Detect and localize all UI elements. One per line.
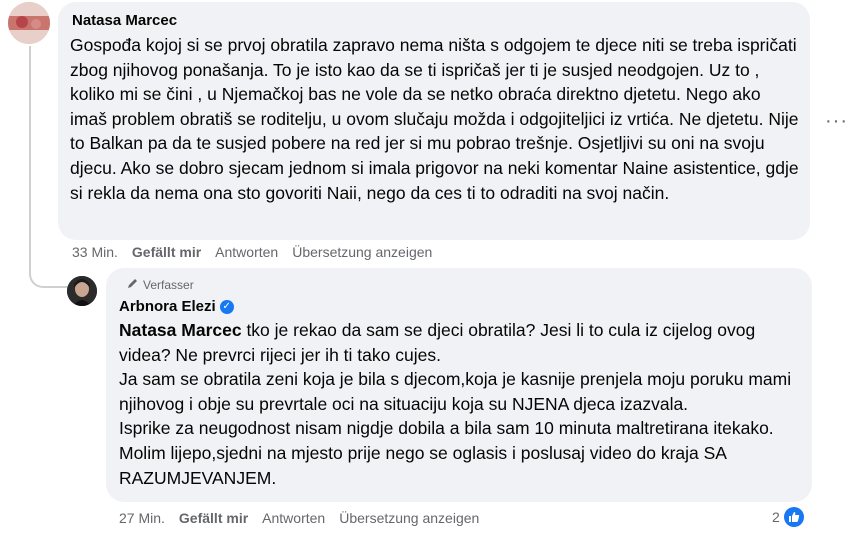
reply-button[interactable]: Antworten: [262, 510, 325, 526]
like-reaction-icon: [783, 507, 804, 527]
comment-timestamp[interactable]: 27 Min.: [119, 510, 165, 526]
reaction-summary[interactable]: 2: [772, 507, 804, 527]
comment-actions-natasa: 33 Min. Gefällt mir Antworten Übersetzun…: [72, 244, 432, 260]
comment-body: tko je rekao da sam se djeci obratila? J…: [119, 320, 792, 488]
author-badge-label: Verfasser: [143, 277, 194, 292]
more-options-icon[interactable]: ···: [825, 110, 848, 133]
reaction-count: 2: [772, 509, 780, 525]
comment-author-natasa[interactable]: Natasa Marcec: [72, 12, 177, 29]
comment-author-arbnora[interactable]: Arbnora Elezi ✓: [119, 298, 234, 315]
translate-button[interactable]: Übersetzung anzeigen: [292, 244, 432, 260]
author-badge: Verfasser: [127, 277, 194, 292]
comment-timestamp[interactable]: 33 Min.: [72, 244, 118, 260]
avatar-arbnora[interactable]: [67, 276, 97, 306]
author-name[interactable]: Arbnora Elezi: [119, 298, 216, 315]
translate-button[interactable]: Übersetzung anzeigen: [339, 510, 479, 526]
like-button[interactable]: Gefällt mir: [132, 244, 201, 260]
comment-actions-arbnora: 27 Min. Gefällt mir Antworten Übersetzun…: [119, 510, 479, 526]
reply-button[interactable]: Antworten: [215, 244, 278, 260]
comment-text-arbnora: Natasa Marcec tko je rekao da sam se dje…: [119, 318, 804, 490]
verified-badge-icon: ✓: [219, 299, 234, 314]
like-button[interactable]: Gefällt mir: [179, 510, 248, 526]
avatar-natasa[interactable]: [8, 2, 50, 44]
pencil-icon: [127, 277, 139, 292]
mention-link[interactable]: Natasa Marcec: [119, 320, 242, 340]
comment-text-natasa: Gospođa kojoj si se prvoj obratila zapra…: [70, 35, 799, 203]
